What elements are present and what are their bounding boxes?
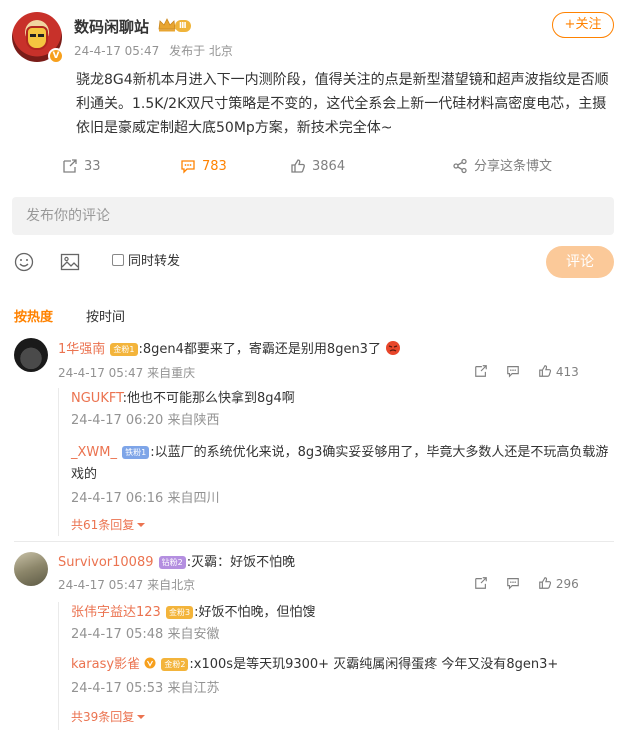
thumbs-up-icon xyxy=(291,159,305,173)
repost-icon xyxy=(63,159,77,173)
reply-location: 来自四川 xyxy=(167,491,220,506)
verified-icon xyxy=(144,657,156,669)
comment-button[interactable]: 783 xyxy=(180,154,227,180)
reply-meta: 24-4-17 05:48 来自安徽 xyxy=(71,624,611,646)
reply-item: karasy影雀 金粉2:x100s是等天玑9300+ 灭霸纯属闲得蛋疼 今年又… xyxy=(71,654,611,676)
thumbs-up-icon xyxy=(539,577,552,589)
reply-time: 24-4-17 05:53 xyxy=(71,681,164,696)
composer-tools: 同时转发 评论 xyxy=(12,246,614,278)
repost-icon[interactable] xyxy=(474,364,488,378)
replier-name[interactable]: karasy影雀 xyxy=(71,657,140,672)
reply-meta: 24-4-17 05:53 来自江苏 xyxy=(71,678,611,700)
comment-like-button[interactable]: 296 xyxy=(538,576,579,591)
reply-item: 张伟字益达123 金粉3:好饭不怕晚，但怕馊 xyxy=(71,602,611,624)
comment-icon xyxy=(181,160,195,174)
reply-text-continued: 戏的 xyxy=(71,467,98,482)
comment-text: :灭霸：好饭不怕晚 xyxy=(186,555,296,570)
reply-location: 来自江苏 xyxy=(167,681,220,696)
reply-list: 张伟字益达123 金粉3:好饭不怕晚，但怕馊 24-4-17 05:48 来自安… xyxy=(58,602,614,730)
crown-icon xyxy=(158,18,176,32)
comment-icon[interactable] xyxy=(506,576,520,590)
more-replies-link[interactable]: 共39条回复 xyxy=(71,708,146,725)
chevron-down-icon xyxy=(137,523,146,527)
replier-name[interactable]: 张伟字益达123 xyxy=(71,605,161,620)
comment-like-button[interactable]: 413 xyxy=(538,364,579,379)
replier-name[interactable]: _XWM_ xyxy=(71,445,117,460)
checkbox-icon xyxy=(112,254,124,266)
comment-ops: 413 xyxy=(474,364,614,382)
commenter-avatar[interactable] xyxy=(14,552,48,586)
reply-time: 24-4-17 05:48 xyxy=(71,627,164,642)
reply-item: _XWM_ 铁粉1:以蓝厂的系统优化来说，8g3确实妥妥够用了，毕竟大多数人还是… xyxy=(71,442,611,464)
fan-badge: 金粉3 xyxy=(165,606,194,619)
commenter-name[interactable]: 1华强南 xyxy=(58,342,105,357)
thumbs-up-icon xyxy=(539,365,552,377)
action-bar: 33 783 3864 分享这条博文 xyxy=(0,154,626,180)
fan-badge: 金粉2 xyxy=(161,658,189,671)
reply-meta: 24-4-17 06:20 来自陕西 xyxy=(71,410,611,432)
reply-meta: 24-4-17 06:16 来自四川 xyxy=(71,488,611,510)
post-meta: 24-4-17 05:47 发布于 北京 xyxy=(74,42,239,59)
comment-ops: 296 xyxy=(474,576,614,594)
post-header: V 数码闲聊站 Ⅲ 24-4-17 05:47 发布于 北京 +关注 xyxy=(12,12,614,64)
fan-badge: 金粉1 xyxy=(110,343,138,356)
repost-icon[interactable] xyxy=(474,576,488,590)
like-button[interactable]: 3864 xyxy=(290,154,345,180)
emoji-icon[interactable] xyxy=(14,252,34,272)
share-icon xyxy=(453,158,467,174)
repost-button[interactable]: 33 xyxy=(62,154,101,180)
replier-name[interactable]: NGUKFT xyxy=(71,391,123,406)
repost-checkbox-label: 同时转发 xyxy=(128,254,181,269)
comment-input[interactable]: 发布你的评论 xyxy=(12,197,614,235)
follow-button[interactable]: +关注 xyxy=(552,12,614,38)
submit-comment-button[interactable]: 评论 xyxy=(546,246,614,278)
share-button[interactable]: 分享这条博文 xyxy=(452,154,552,180)
reply-location: 来自安徽 xyxy=(167,627,220,642)
commenter-avatar[interactable] xyxy=(14,338,48,372)
more-replies-link[interactable]: 共61条回复 xyxy=(71,516,146,533)
commenter-name[interactable]: Survivor10089 xyxy=(58,555,154,570)
reply-time: 24-4-17 06:20 xyxy=(71,413,164,428)
post-location: 发布于 北京 xyxy=(169,44,233,58)
image-icon[interactable] xyxy=(60,252,80,272)
post-text: 骁龙8G4新机本月进入下一内测阶段，值得关注的点是新型潜望镜和超声波指纹是否顺利… xyxy=(76,72,609,136)
comment-location: 来自重庆 xyxy=(147,366,196,380)
chevron-down-icon xyxy=(137,715,146,719)
fan-badge: 铁粉1 xyxy=(122,446,150,459)
verified-icon: V xyxy=(48,48,64,64)
comment-icon[interactable] xyxy=(506,364,520,378)
author-name[interactable]: 数码闲聊站 xyxy=(74,16,149,37)
reply-text: :他也不可能那么快拿到8g4啊 xyxy=(122,391,295,406)
comment-time: 24-4-17 05:47 xyxy=(58,578,144,592)
reply-text: :x100s是等天玑9300+ 灭霸纯属闲得蛋疼 今年又没有8gen3+ xyxy=(189,657,559,672)
divider xyxy=(14,541,614,542)
reply-text: :好饭不怕晚，但怕馊 xyxy=(194,605,316,620)
post-time[interactable]: 24-4-17 05:47 xyxy=(74,44,159,58)
comment-location: 来自北京 xyxy=(147,578,196,592)
level-badge: Ⅲ xyxy=(175,20,191,32)
reply-location: 来自陕西 xyxy=(167,413,220,428)
reply-time: 24-4-17 06:16 xyxy=(71,491,164,506)
reply-text: :以蓝厂的系统优化来说，8g3确实妥妥够用了，毕竟大多数人还是不玩高负载游 xyxy=(150,445,609,460)
fan-badge: 钻粉2 xyxy=(158,556,186,569)
repost-checkbox[interactable]: 同时转发 xyxy=(112,254,180,270)
reply-item: NGUKFT:他也不可能那么快拿到8g4啊 xyxy=(71,388,611,410)
comment-text: :8gen4都要来了，寄霸还是别用8gen3了 xyxy=(138,342,381,357)
tab-sort-hot[interactable]: 按热度 xyxy=(14,306,53,325)
tab-sort-time[interactable]: 按时间 xyxy=(86,306,125,325)
reply-list: NGUKFT:他也不可能那么快拿到8g4啊 24-4-17 06:20 来自陕西… xyxy=(58,388,614,536)
emoji-angry-icon xyxy=(386,341,401,355)
comment-time: 24-4-17 05:47 xyxy=(58,366,144,380)
